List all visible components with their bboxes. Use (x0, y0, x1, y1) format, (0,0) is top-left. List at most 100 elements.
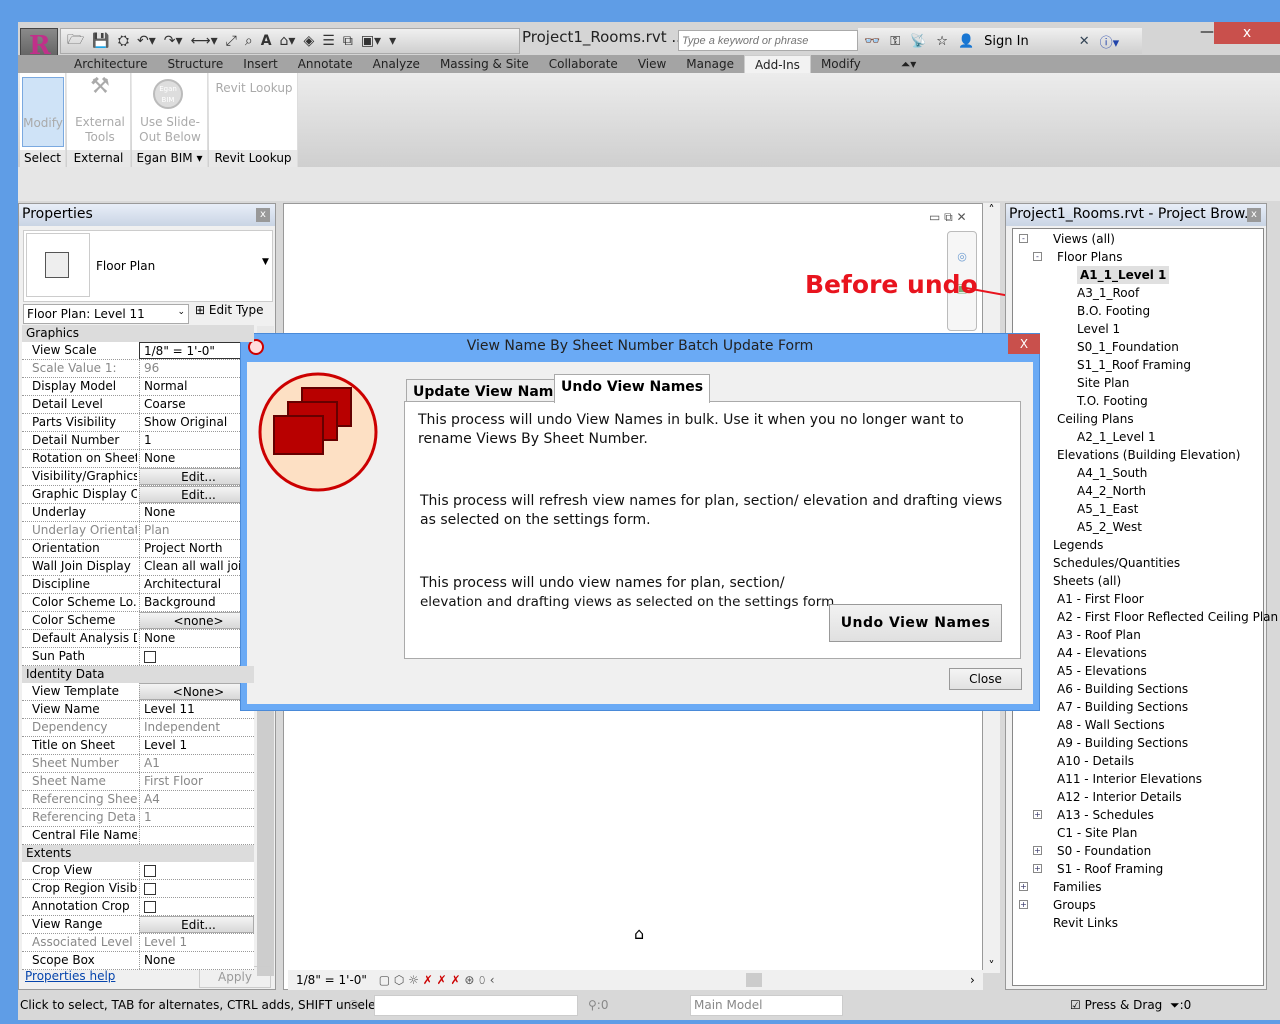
browser-close-icon[interactable]: x (1247, 208, 1261, 222)
tree-item[interactable]: A2 - First Floor Reflected Ceiling Plan (1057, 608, 1278, 626)
tree-item[interactable]: S1_1_Roof Framing (1077, 356, 1191, 374)
tree-item[interactable]: Site Plan (1077, 374, 1129, 392)
property-value[interactable]: 1 (139, 432, 254, 449)
tree-item[interactable]: Ceiling Plans (1057, 410, 1134, 428)
external-tools-button[interactable]: External Tools (73, 115, 127, 145)
press-drag-checkbox[interactable]: ☑ Press & Drag (1070, 993, 1162, 1018)
tree-item[interactable]: Legends (1053, 536, 1103, 554)
section-extents[interactable]: Extents (22, 845, 254, 862)
user-icon[interactable]: 👤 (958, 34, 974, 49)
tree-item[interactable]: A9 - Building Sections (1057, 734, 1188, 752)
property-value[interactable] (139, 648, 254, 665)
horizontal-scroll-thumb[interactable] (746, 973, 762, 987)
filter-icon[interactable]: ⏷:0 (1170, 993, 1191, 1018)
property-value[interactable]: Clean all wall joi... (139, 558, 254, 575)
property-value[interactable]: <none> (139, 612, 254, 629)
property-value[interactable]: Background (139, 594, 254, 611)
ribbon-toggle-icon[interactable]: ⏶▾ (891, 55, 927, 73)
use-slide-out-button[interactable]: Use Slide-Out Below (138, 115, 202, 145)
tree-item[interactable]: A11 - Interior Elevations (1057, 770, 1202, 788)
tab-analyze[interactable]: Analyze (363, 55, 430, 73)
property-value[interactable] (139, 898, 254, 915)
tree-item[interactable]: A4_2_North (1077, 482, 1146, 500)
tree-item[interactable]: Elevations (Building Elevation) (1057, 446, 1240, 464)
thin-lines-icon[interactable]: ☰ (322, 33, 335, 49)
3d-view-icon[interactable]: ⌂▾ (280, 33, 296, 49)
instance-filter-select[interactable]: Floor Plan: Level 11 ⌄ (23, 304, 189, 324)
tree-item[interactable]: S0 - Foundation (1057, 842, 1151, 860)
property-value[interactable]: Coarse (139, 396, 254, 413)
tree-item[interactable]: B.O. Footing (1077, 302, 1150, 320)
editable-icon[interactable]: ⚲:0 (588, 993, 608, 1018)
property-value[interactable] (139, 827, 254, 844)
star-icon[interactable]: ☆ (936, 34, 948, 49)
tree-item[interactable]: A10 - Details (1057, 752, 1134, 770)
exchange-icon[interactable]: ✕ (1079, 34, 1090, 49)
tag-icon[interactable]: ⌕ (245, 33, 253, 49)
property-value[interactable]: Edit... (139, 486, 254, 503)
tree-item[interactable]: A3 - Roof Plan (1057, 626, 1141, 644)
expand-icon[interactable]: + (1019, 900, 1028, 909)
design-option-select[interactable]: Main Model (690, 995, 843, 1016)
tab-annotate[interactable]: Annotate (288, 55, 363, 73)
tree-item[interactable]: A4_1_South (1077, 464, 1147, 482)
tab-manage[interactable]: Manage (676, 55, 744, 73)
text-icon[interactable]: A (261, 33, 272, 49)
tree-item[interactable]: Groups (1053, 896, 1096, 914)
minimize-icon[interactable]: — (1200, 24, 1214, 40)
modify-button[interactable]: Modify (22, 77, 64, 147)
checkbox[interactable] (144, 651, 156, 663)
customize-icon[interactable]: ▾ (389, 33, 396, 49)
tree-item[interactable]: A12 - Interior Details (1057, 788, 1182, 806)
tree-item[interactable]: Level 1 (1077, 320, 1120, 338)
property-value[interactable]: None (139, 504, 254, 521)
tab-insert[interactable]: Insert (233, 55, 287, 73)
workset-icon[interactable]: ⚇ (348, 993, 359, 1018)
save-icon[interactable]: 💾 (92, 33, 109, 49)
key-icon[interactable]: ⚿ (890, 34, 900, 49)
tab-structure[interactable]: Structure (157, 55, 233, 73)
edit-type-button[interactable]: ⊞ Edit Type (195, 303, 264, 317)
property-value[interactable]: None (139, 952, 254, 969)
property-value[interactable]: <None> (139, 683, 254, 700)
revit-lookup-button[interactable]: Revit Lookup (213, 81, 295, 96)
undo-icon[interactable]: ↶▾ (137, 33, 156, 49)
tree-item[interactable]: T.O. Footing (1077, 392, 1148, 410)
view-control-icons[interactable]: ▢ ⬡ ☼ ✗ ✗ ✗ ⊛ 𝟶 ‹ (379, 973, 495, 987)
scroll-right-icon[interactable]: › (970, 970, 975, 990)
switch-windows-icon[interactable]: ▣▾ (361, 33, 381, 49)
tree-item[interactable]: A3_1_Roof (1077, 284, 1139, 302)
property-value[interactable] (139, 862, 254, 879)
expand-icon[interactable]: + (1019, 882, 1028, 891)
tree-item[interactable]: Sheets (all) (1053, 572, 1121, 590)
property-value[interactable]: Edit... (139, 916, 254, 933)
expand-icon[interactable]: + (1033, 846, 1042, 855)
close-hidden-icon[interactable]: ⧉ (343, 33, 353, 49)
open-icon[interactable]: 🗁 (67, 29, 84, 53)
tree-item[interactable]: A8 - Wall Sections (1057, 716, 1165, 734)
tree-item[interactable]: A7 - Building Sections (1057, 698, 1188, 716)
expand-icon[interactable]: + (1033, 864, 1042, 873)
sync-icon[interactable]: ⛭ (118, 33, 129, 49)
property-value[interactable]: Edit... (139, 468, 254, 485)
panel-label[interactable]: Egan BIM ▾ (132, 150, 207, 167)
tree-item[interactable]: A1 - First Floor (1057, 590, 1144, 608)
tree-item[interactable]: A1_1_Level 1 (1077, 266, 1170, 284)
search-input[interactable] (678, 30, 858, 51)
tree-item[interactable]: C1 - Site Plan (1057, 824, 1137, 842)
tab-modify[interactable]: Modify (811, 55, 871, 73)
view-window-controls[interactable]: ▭ ⧉ ✕ (929, 210, 967, 225)
tree-item[interactable]: A6 - Building Sections (1057, 680, 1188, 698)
tab-massing-site[interactable]: Massing & Site (430, 55, 539, 73)
tree-item[interactable]: Floor Plans (1057, 248, 1122, 266)
tree-item[interactable]: Families (1053, 878, 1101, 896)
tree-item[interactable]: Revit Links (1053, 914, 1118, 932)
help-icon[interactable]: ⓘ▾ (1100, 32, 1120, 51)
checkbox[interactable] (144, 865, 156, 877)
property-value[interactable]: Show Original (139, 414, 254, 431)
property-value[interactable]: Level 11 (139, 701, 254, 718)
dialog-close-text-button[interactable]: Close (949, 668, 1022, 690)
tree-item[interactable]: A5_1_East (1077, 500, 1138, 518)
tree-item[interactable]: Views (all) (1053, 230, 1115, 248)
collapse-icon[interactable]: - (1033, 252, 1042, 261)
